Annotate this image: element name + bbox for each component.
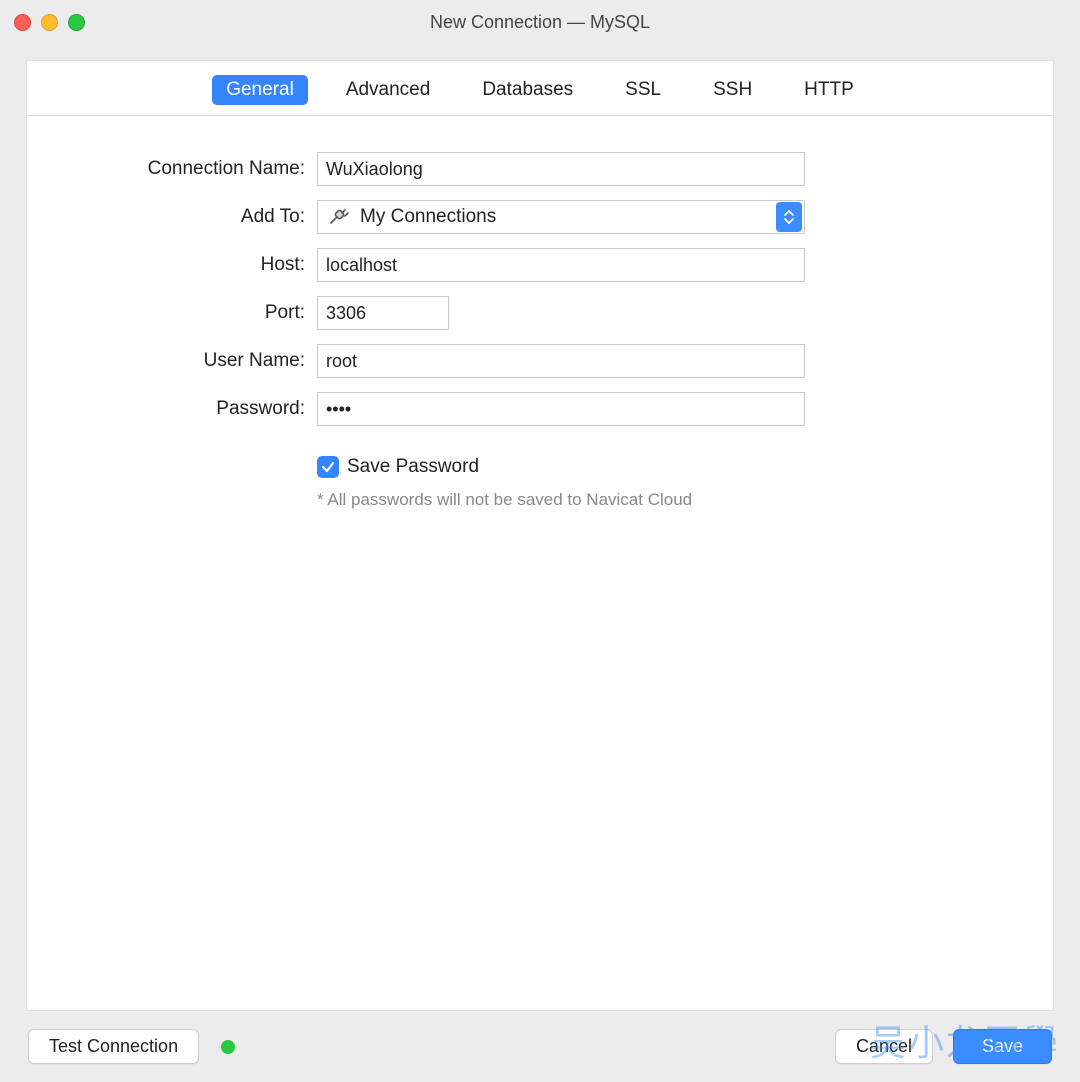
plug-icon (328, 208, 350, 226)
username-input[interactable] (317, 344, 805, 378)
host-label: Host: (57, 254, 317, 276)
minimize-window-button[interactable] (41, 14, 58, 31)
zoom-window-button[interactable] (68, 14, 85, 31)
window-title: New Connection — MySQL (0, 12, 1080, 33)
addto-value: My Connections (360, 206, 776, 228)
tab-ssh[interactable]: SSH (699, 75, 766, 105)
tab-databases[interactable]: Databases (468, 75, 587, 105)
addto-label: Add To: (57, 206, 317, 228)
content-card: General Advanced Databases SSL SSH HTTP … (26, 60, 1054, 1011)
save-button[interactable]: Save (953, 1029, 1052, 1064)
tab-general[interactable]: General (212, 75, 308, 105)
test-connection-button[interactable]: Test Connection (28, 1029, 199, 1064)
footer: Test Connection Cancel Save (0, 1019, 1080, 1082)
username-label: User Name: (57, 350, 317, 372)
connection-name-label: Connection Name: (57, 158, 317, 180)
traffic-lights (14, 14, 85, 31)
port-label: Port: (57, 302, 317, 324)
cancel-button[interactable]: Cancel (835, 1029, 933, 1064)
password-input[interactable] (317, 392, 805, 426)
host-input[interactable] (317, 248, 805, 282)
connection-name-input[interactable] (317, 152, 805, 186)
addto-select[interactable]: My Connections (317, 200, 805, 234)
save-password-checkbox[interactable] (317, 456, 339, 478)
save-password-label: Save Password (347, 456, 479, 478)
titlebar: New Connection — MySQL (0, 0, 1080, 44)
port-input[interactable] (317, 296, 449, 330)
tab-http[interactable]: HTTP (790, 75, 868, 105)
tab-ssl[interactable]: SSL (611, 75, 675, 105)
password-note: * All passwords will not be saved to Nav… (317, 490, 805, 510)
tab-advanced[interactable]: Advanced (332, 75, 445, 105)
close-window-button[interactable] (14, 14, 31, 31)
chevron-up-down-icon (776, 202, 802, 232)
password-label: Password: (57, 398, 317, 420)
connection-status-indicator (221, 1040, 235, 1054)
tab-bar: General Advanced Databases SSL SSH HTTP (27, 61, 1053, 116)
window: New Connection — MySQL General Advanced … (0, 0, 1080, 1082)
form-area: Connection Name: Add To: My Connections (27, 116, 1053, 534)
